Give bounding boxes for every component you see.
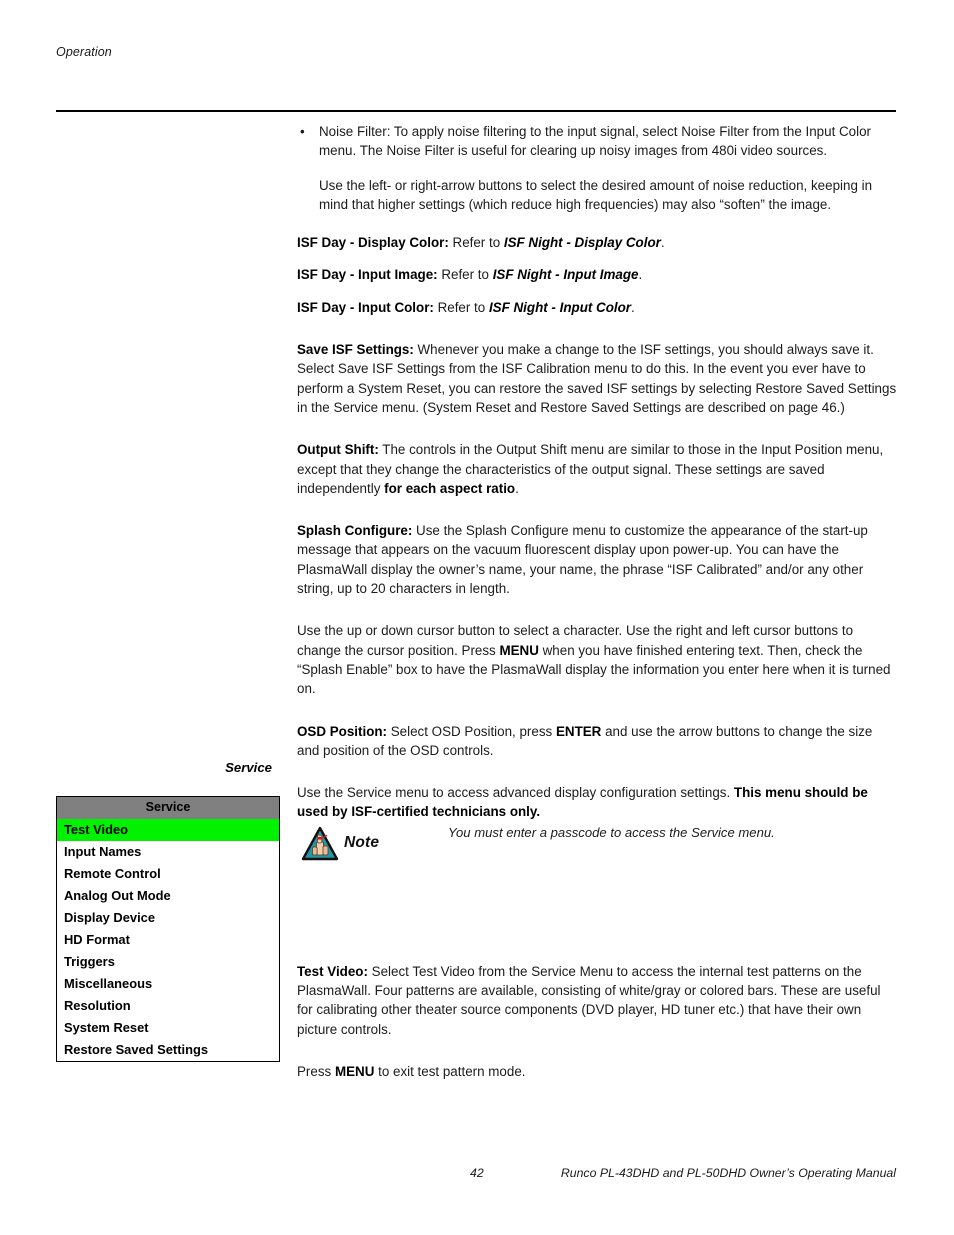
side-head-container: Service [56,760,272,780]
osd-menu-item-hd-format[interactable]: HD Format [57,929,279,951]
osd-menu-item-restore-saved-settings[interactable]: Restore Saved Settings [57,1039,279,1061]
osd-position-bold-b: ENTER [555,723,602,739]
save-isf-settings-term: Save ISF Settings: [297,342,414,358]
output-shift-term: Output Shift: [297,442,379,458]
isf-day-display-color-ref: ISF Night - Display Color [503,235,661,251]
output-shift-bold-b: for each aspect ratio [384,480,516,496]
isf-day-input-color-mid: Refer to [433,299,489,315]
bullet-noise-filter: • Noise Filter: To apply noise filtering … [297,122,897,161]
osd-menu-title: Service [57,797,279,819]
isf-day-input-image-mid: Refer to [437,267,493,283]
test-video-text: Select Test Video from the Service Menu … [297,963,881,1037]
osd-menu-item-input-names[interactable]: Input Names [57,841,279,863]
para-test-video: Test Video: Select Test Video from the S… [297,962,897,1039]
para-splash-instructions: Use the up or down cursor button to sele… [297,621,897,698]
output-shift-text-c: . [515,480,519,496]
splash-instructions-bold-b: MENU [499,642,539,658]
exit-test-pattern-text-a: Press [297,1063,335,1079]
para-save-isf-settings: Save ISF Settings: Whenever you make a c… [297,340,897,417]
test-video-term: Test Video: [297,963,368,979]
osd-menu-item-resolution[interactable]: Resolution [57,995,279,1017]
para-osd-position: OSD Position: Select OSD Position, press… [297,722,897,761]
para-isf-day-input-image: ISF Day - Input Image: Refer to ISF Nigh… [297,265,897,284]
osd-menu-item-triggers[interactable]: Triggers [57,951,279,973]
osd-menu-item-miscellaneous[interactable]: Miscellaneous [57,973,279,995]
isf-day-input-image-end: . [638,267,643,283]
side-head-service: Service [225,760,272,775]
service-intro-text-a: Use the Service menu to access advanced … [297,785,734,801]
para-output-shift: Output Shift: The controls in the Output… [297,440,897,498]
isf-day-input-color-ref: ISF Night - Input Color [488,299,632,315]
noise-filter-text: To apply noise filtering to the input si… [319,124,872,159]
noise-filter-sub-paragraph: Use the left- or right-arrow buttons to … [319,177,873,212]
osd-menu-item-test-video[interactable]: Test Video [57,819,279,841]
para-isf-day-display-color: ISF Day - Display Color: Refer to ISF Ni… [297,233,897,252]
exit-test-pattern-text-c: to exit test pattern mode. [374,1063,526,1079]
document-page: Operation • Noise Filter: To apply noise … [0,0,954,1235]
note-text: You must enter a passcode to access the … [448,825,775,840]
para-service-intro: Use the Service menu to access advanced … [297,783,897,822]
main-text-column: • Noise Filter: To apply noise filtering … [297,122,897,1096]
isf-day-display-color-term: ISF Day - Display Color: [297,235,449,251]
osd-position-text-a: Select OSD Position, press [387,723,556,739]
isf-day-input-image-ref: ISF Night - Input Image [492,267,639,283]
page-footer: 42 Runco PL-43DHD and PL-50DHD Owner’s O… [56,1166,896,1184]
note-callout: Note [301,826,379,862]
isf-day-display-color-end: . [660,235,665,251]
noise-filter-term: Noise Filter: [319,124,391,139]
note-triangle-icon [301,826,339,862]
header-rule [56,110,896,112]
isf-day-display-color-mid: Refer to [448,235,504,251]
osd-position-term: OSD Position: [297,723,388,739]
isf-day-input-color-term: ISF Day - Input Color: [297,299,434,315]
osd-menu-item-display-device[interactable]: Display Device [57,907,279,929]
osd-menu-item-remote-control[interactable]: Remote Control [57,863,279,885]
para-exit-test-pattern: Press MENU to exit test pattern mode. [297,1062,897,1081]
splash-configure-term: Splash Configure: [297,523,413,539]
para-isf-day-input-color: ISF Day - Input Color: Refer to ISF Nigh… [297,298,897,317]
footer-page-number: 42 [470,1166,484,1180]
note-label: Note [344,834,380,851]
osd-menu-item-system-reset[interactable]: System Reset [57,1017,279,1039]
service-osd-menu: Service Test Video Input Names Remote Co… [56,796,280,1062]
isf-day-input-image-term: ISF Day - Input Image: [297,267,438,283]
osd-menu-item-analog-out-mode[interactable]: Analog Out Mode [57,885,279,907]
bullet-dot-icon: • [300,124,305,139]
para-splash-configure: Splash Configure: Use the Splash Configu… [297,521,897,598]
isf-day-input-color-end: . [631,299,635,315]
footer-manual-title: Runco PL-43DHD and PL-50DHD Owner’s Oper… [560,1166,896,1180]
exit-test-pattern-bold-b: MENU [334,1063,375,1079]
running-head: Operation [56,45,112,59]
